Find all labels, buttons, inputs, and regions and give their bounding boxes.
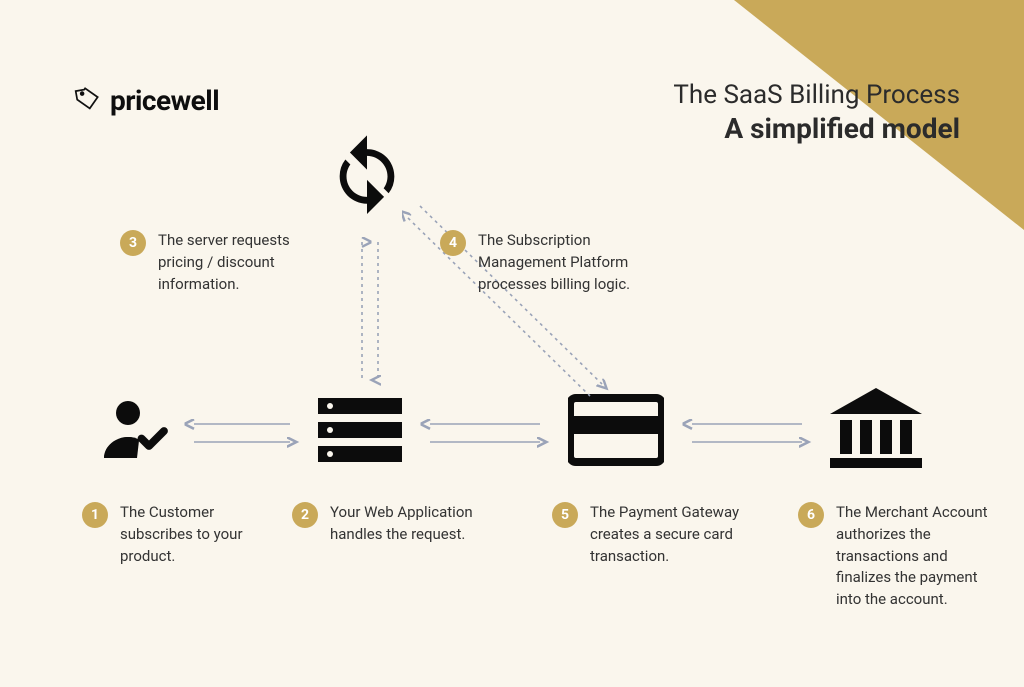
server-icon bbox=[318, 396, 402, 470]
brand-logo: pricewell bbox=[74, 84, 219, 117]
step-text: The Subscription Management Platform pro… bbox=[478, 230, 658, 295]
customer-icon bbox=[98, 392, 170, 468]
step-text: Your Web Application handles the request… bbox=[330, 502, 495, 546]
step-badge: 6 bbox=[798, 502, 824, 528]
step-6: 6 The Merchant Account authorizes the tr… bbox=[798, 502, 1001, 611]
bidirectional-arrow-icon bbox=[182, 412, 302, 456]
step-badge: 1 bbox=[82, 502, 108, 528]
refresh-icon bbox=[326, 132, 408, 218]
dotted-bidirectional-arrow-icon bbox=[350, 232, 390, 394]
step-text: The Merchant Account authorizes the tran… bbox=[836, 502, 1001, 611]
step-4: 4 The Subscription Management Platform p… bbox=[440, 230, 658, 295]
bank-icon bbox=[830, 388, 922, 474]
bidirectional-arrow-icon bbox=[680, 412, 814, 456]
step-badge: 2 bbox=[292, 502, 318, 528]
step-badge: 5 bbox=[552, 502, 578, 528]
step-badge: 4 bbox=[440, 230, 466, 256]
step-text: The server requests pricing / discount i… bbox=[158, 230, 338, 295]
step-text: The Customer subscribes to your product. bbox=[120, 502, 285, 567]
step-badge: 3 bbox=[120, 230, 146, 256]
step-5: 5 The Payment Gateway creates a secure c… bbox=[552, 502, 755, 567]
credit-card-icon bbox=[568, 394, 664, 470]
step-3: 3 The server requests pricing / discount… bbox=[120, 230, 338, 295]
step-text: The Payment Gateway creates a secure car… bbox=[590, 502, 755, 567]
title-line-1: The SaaS Billing Process bbox=[673, 80, 960, 110]
title-line-2: A simplified model bbox=[673, 112, 960, 145]
diagram-title: The SaaS Billing Process A simplified mo… bbox=[673, 80, 960, 145]
price-tag-icon bbox=[74, 86, 100, 116]
brand-name: pricewell bbox=[110, 84, 219, 117]
step-1: 1 The Customer subscribes to your produc… bbox=[82, 502, 285, 567]
step-2: 2 Your Web Application handles the reque… bbox=[292, 502, 495, 546]
bidirectional-arrow-icon bbox=[418, 412, 552, 456]
